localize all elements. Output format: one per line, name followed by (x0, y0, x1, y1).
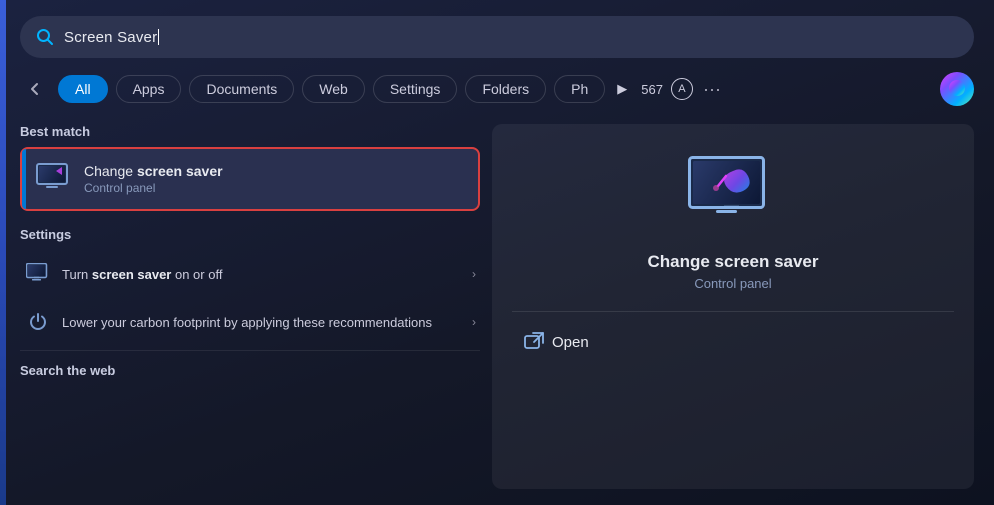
back-button[interactable] (20, 74, 50, 104)
detail-divider (512, 311, 954, 312)
section-divider (20, 350, 480, 351)
search-icon (36, 28, 54, 46)
filter-tab-documents[interactable]: Documents (189, 75, 294, 103)
detail-panel-subtitle: Control panel (694, 276, 771, 291)
avatar[interactable] (940, 72, 974, 106)
play-icon: ▶ (617, 81, 627, 97)
right-panel: Change screen saver Control panel Open (492, 124, 974, 489)
more-icon[interactable]: ··· (703, 79, 721, 100)
detail-icon (688, 154, 778, 234)
settings-section: Settings (20, 227, 480, 346)
font-badge: A (671, 78, 693, 100)
best-match-item-subtitle: Control panel (84, 181, 223, 195)
filter-tab-ph[interactable]: Ph (554, 75, 605, 103)
settings-item-carbon[interactable]: Lower your carbon footprint by applying … (20, 298, 480, 346)
search-input[interactable]: Screen Saver (64, 29, 157, 46)
settings-item-screensaver[interactable]: Turn screen saver on or off › (20, 250, 480, 298)
detail-panel-title: Change screen saver (647, 252, 818, 272)
best-match-item[interactable]: Change screen saver Control panel (20, 147, 480, 211)
count-badge: 567 (641, 82, 663, 97)
best-match-item-title: Change screen saver (84, 163, 223, 179)
filter-tab-all[interactable]: All (58, 75, 108, 103)
open-button[interactable]: Open (512, 328, 589, 356)
search-web-title: Search the web (20, 363, 480, 378)
filter-tab-settings[interactable]: Settings (373, 75, 458, 103)
settings-item-2-text: Lower your carbon footprint by applying … (62, 315, 472, 330)
filter-tab-web[interactable]: Web (302, 75, 365, 103)
left-panel: Best match (20, 124, 480, 489)
open-icon (524, 332, 544, 352)
screen-saver-icon (36, 161, 72, 197)
search-bar[interactable]: Screen Saver (20, 16, 974, 58)
power-icon (24, 308, 52, 336)
settings-item-1-text: Turn screen saver on or off (62, 267, 472, 282)
filter-row: All Apps Documents Web Settings Folders … (20, 72, 974, 106)
settings-section-title: Settings (20, 227, 480, 242)
chevron-icon-1: › (472, 267, 476, 281)
best-match-title: Best match (20, 124, 480, 139)
open-label: Open (552, 334, 589, 351)
chevron-icon-2: › (472, 315, 476, 329)
monitor-small-icon (24, 260, 52, 288)
filter-tab-apps[interactable]: Apps (116, 75, 182, 103)
best-match-text: Change screen saver Control panel (84, 163, 223, 195)
content-area: Best match (20, 124, 974, 489)
cursor (158, 29, 159, 45)
filter-tab-folders[interactable]: Folders (465, 75, 546, 103)
main-container: Screen Saver All Apps Documents Web Sett… (0, 0, 994, 505)
